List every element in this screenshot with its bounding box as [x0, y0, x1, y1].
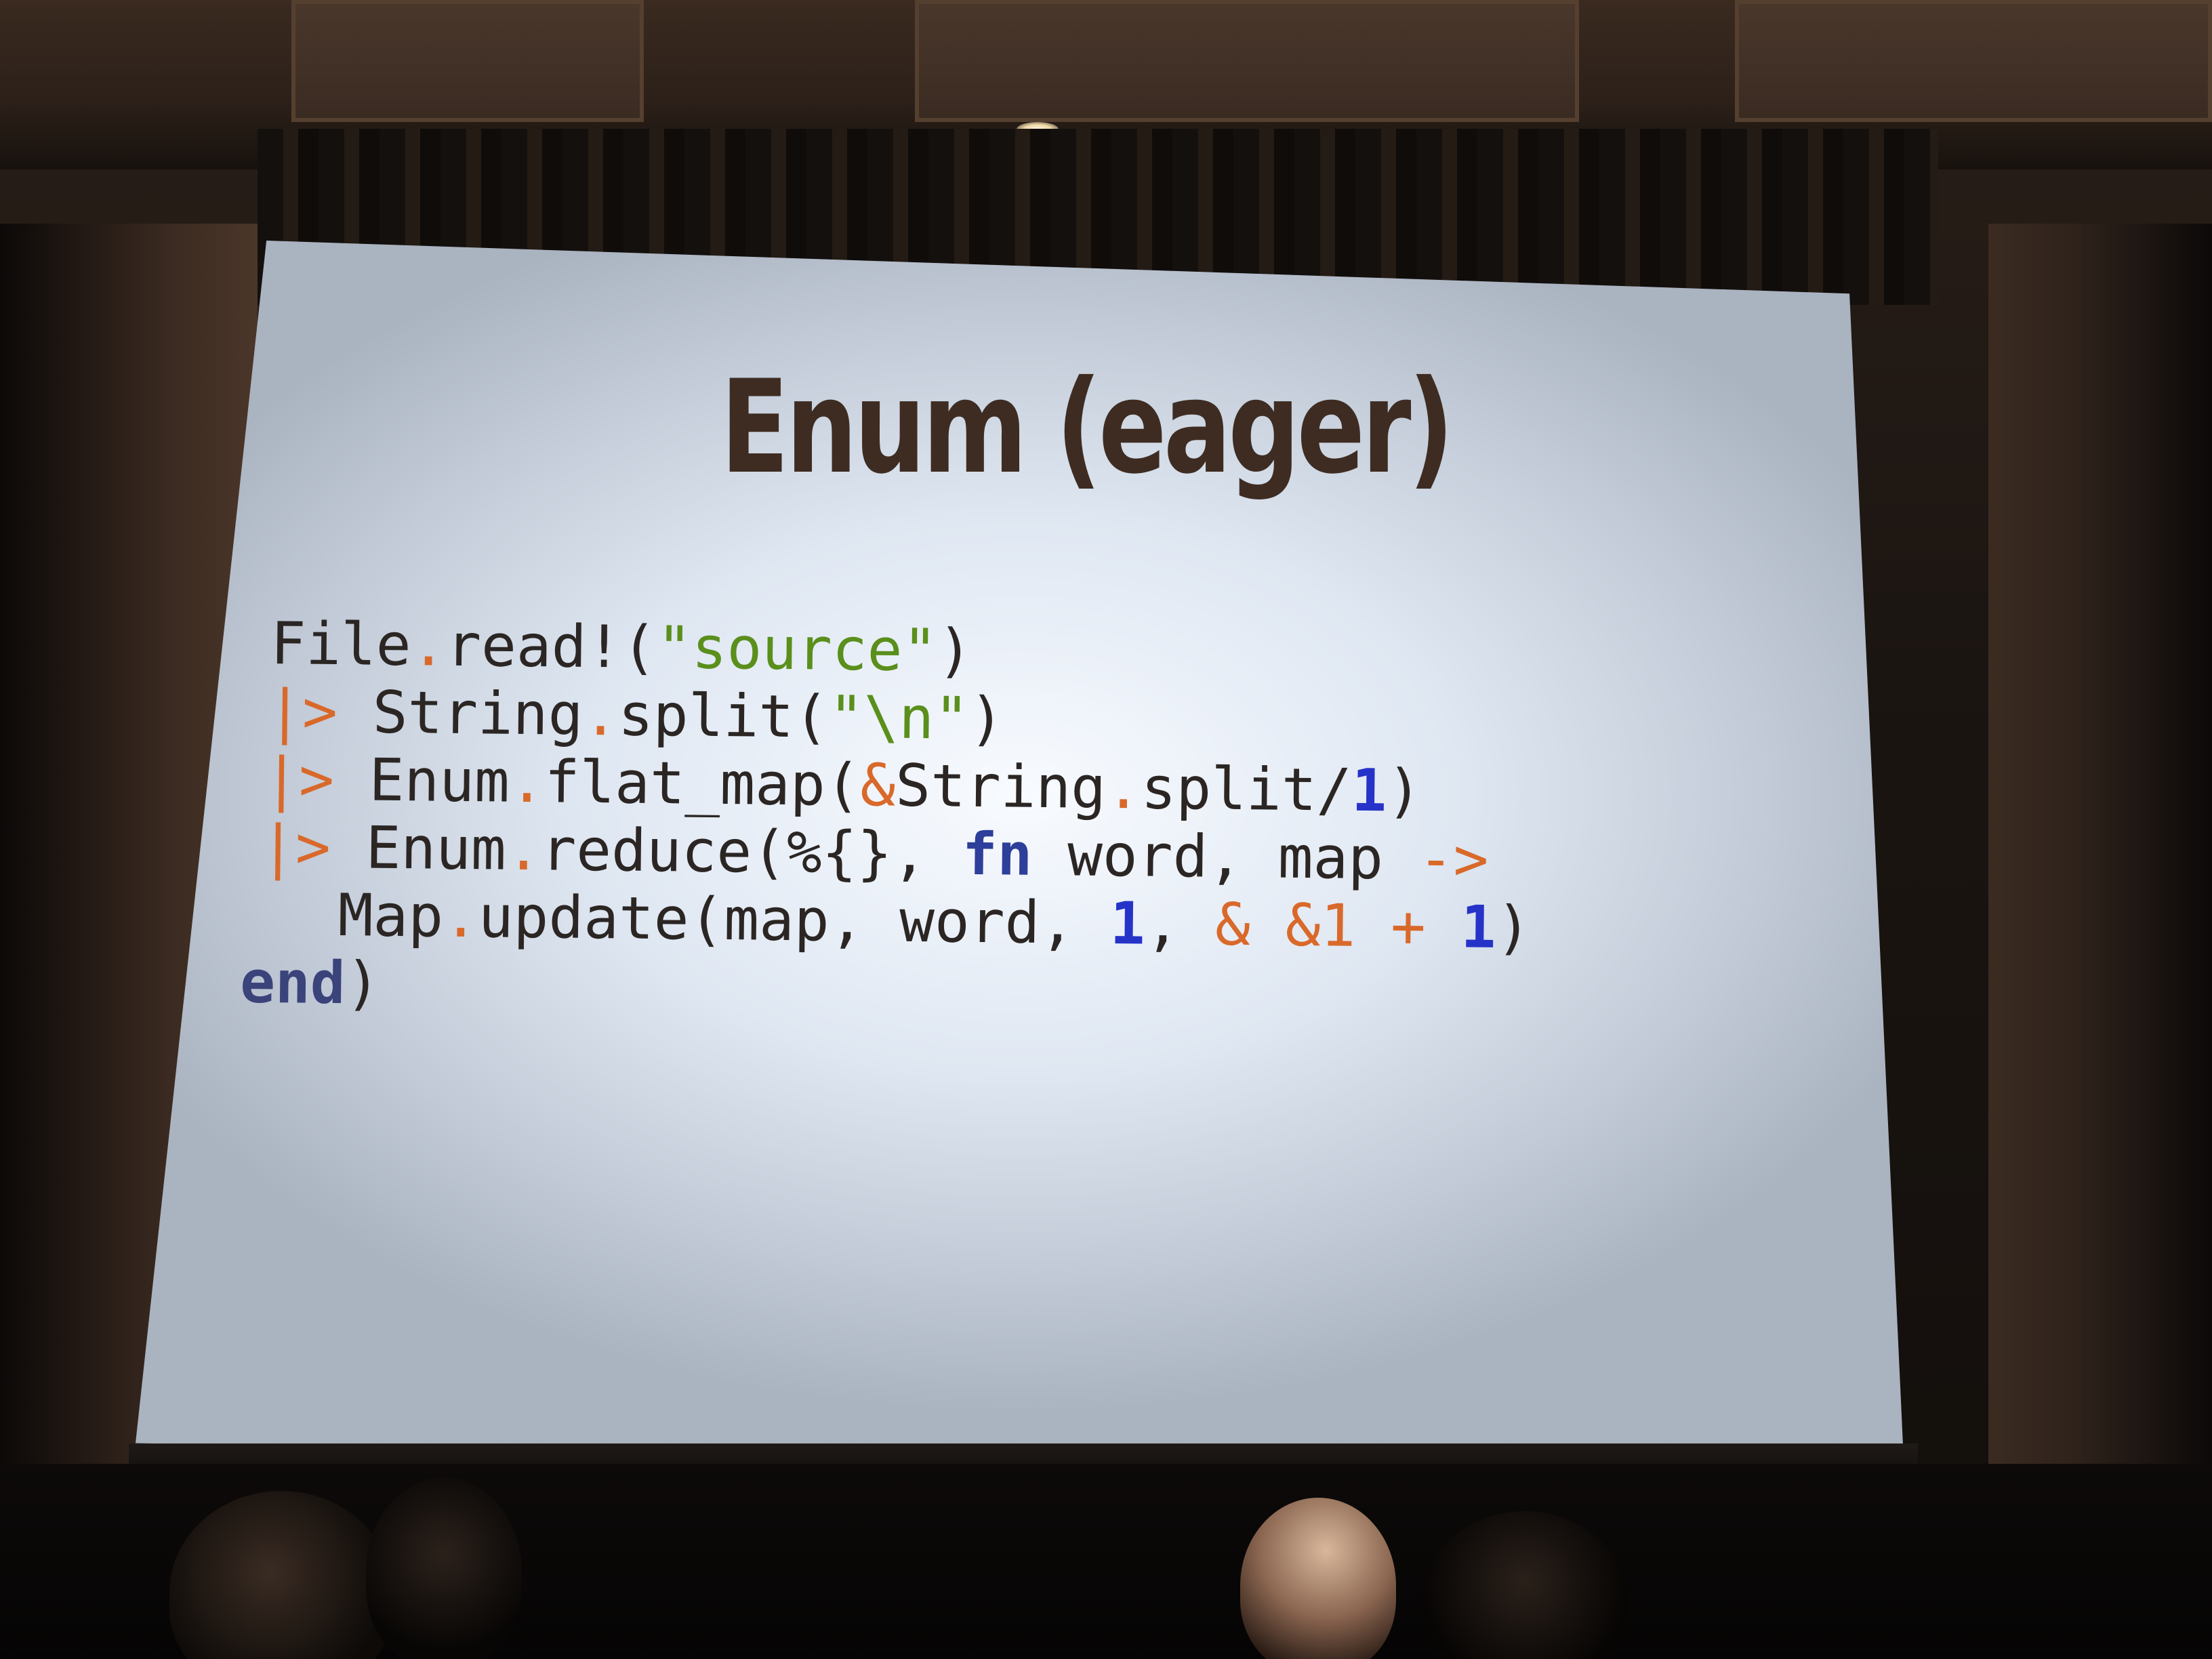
- code-token: word, map: [1031, 821, 1419, 893]
- code-token: .: [506, 815, 542, 884]
- code-token: Map: [267, 880, 444, 951]
- code-token: "source": [656, 613, 938, 685]
- code-token: File: [270, 610, 412, 680]
- code-token: 1: [1351, 756, 1387, 825]
- code-token: ,: [1145, 890, 1216, 959]
- code-token: .: [411, 611, 447, 680]
- right-wall: [1988, 224, 2212, 1511]
- code-token: &: [1214, 890, 1251, 960]
- code-token: ): [345, 949, 381, 1018]
- code-token: ): [1495, 893, 1532, 962]
- code-token: 1: [1460, 893, 1496, 962]
- code-token: |>: [266, 677, 338, 747]
- code-token: +: [1390, 893, 1427, 961]
- code-token: split/: [1141, 754, 1352, 825]
- audience-head: [169, 1491, 393, 1659]
- code-token: |>: [263, 745, 335, 814]
- audience-head: [366, 1477, 522, 1659]
- code-token: ->: [1418, 825, 1489, 894]
- code-token: String: [337, 678, 583, 749]
- code-token: ): [1386, 757, 1422, 825]
- ceiling-panel: [1735, 0, 2212, 122]
- code-token: read!(: [445, 611, 657, 682]
- code-token: Enum: [330, 813, 507, 884]
- ceiling-panel: [291, 0, 644, 122]
- code-token: ): [937, 617, 973, 685]
- code-block: File.read!("source") |> String.split("\n"…: [240, 610, 1660, 1031]
- code-token: Enum: [333, 745, 510, 816]
- code-token: .: [582, 680, 619, 750]
- code-token: .: [1105, 754, 1142, 823]
- code-token: "\n": [828, 683, 970, 753]
- code-token: 1: [1109, 889, 1146, 958]
- code-token: .: [509, 747, 546, 817]
- code-token: &: [860, 752, 896, 820]
- code-token: flat_map(: [544, 748, 861, 820]
- code-token: update(map, word,: [478, 883, 1111, 958]
- ceiling-panel: [915, 0, 1579, 122]
- code-token: reduce(%{},: [541, 816, 963, 888]
- code-token: ): [968, 684, 1005, 754]
- code-token: &1: [1285, 891, 1356, 960]
- code-token: .: [443, 882, 479, 951]
- audience-head: [1423, 1511, 1626, 1659]
- code-token: split(: [617, 681, 830, 752]
- code-token: String: [895, 752, 1107, 822]
- audience-head-bald: [1240, 1498, 1396, 1659]
- audience: [0, 1464, 2212, 1659]
- code-token: end: [239, 948, 346, 1018]
- code-token: |>: [260, 813, 331, 882]
- conference-room: Enum (eager) File.read!("source") |> Stri…: [0, 0, 2212, 1659]
- code-token: fn: [962, 820, 1033, 889]
- slide-title: Enum (eager): [720, 352, 1454, 502]
